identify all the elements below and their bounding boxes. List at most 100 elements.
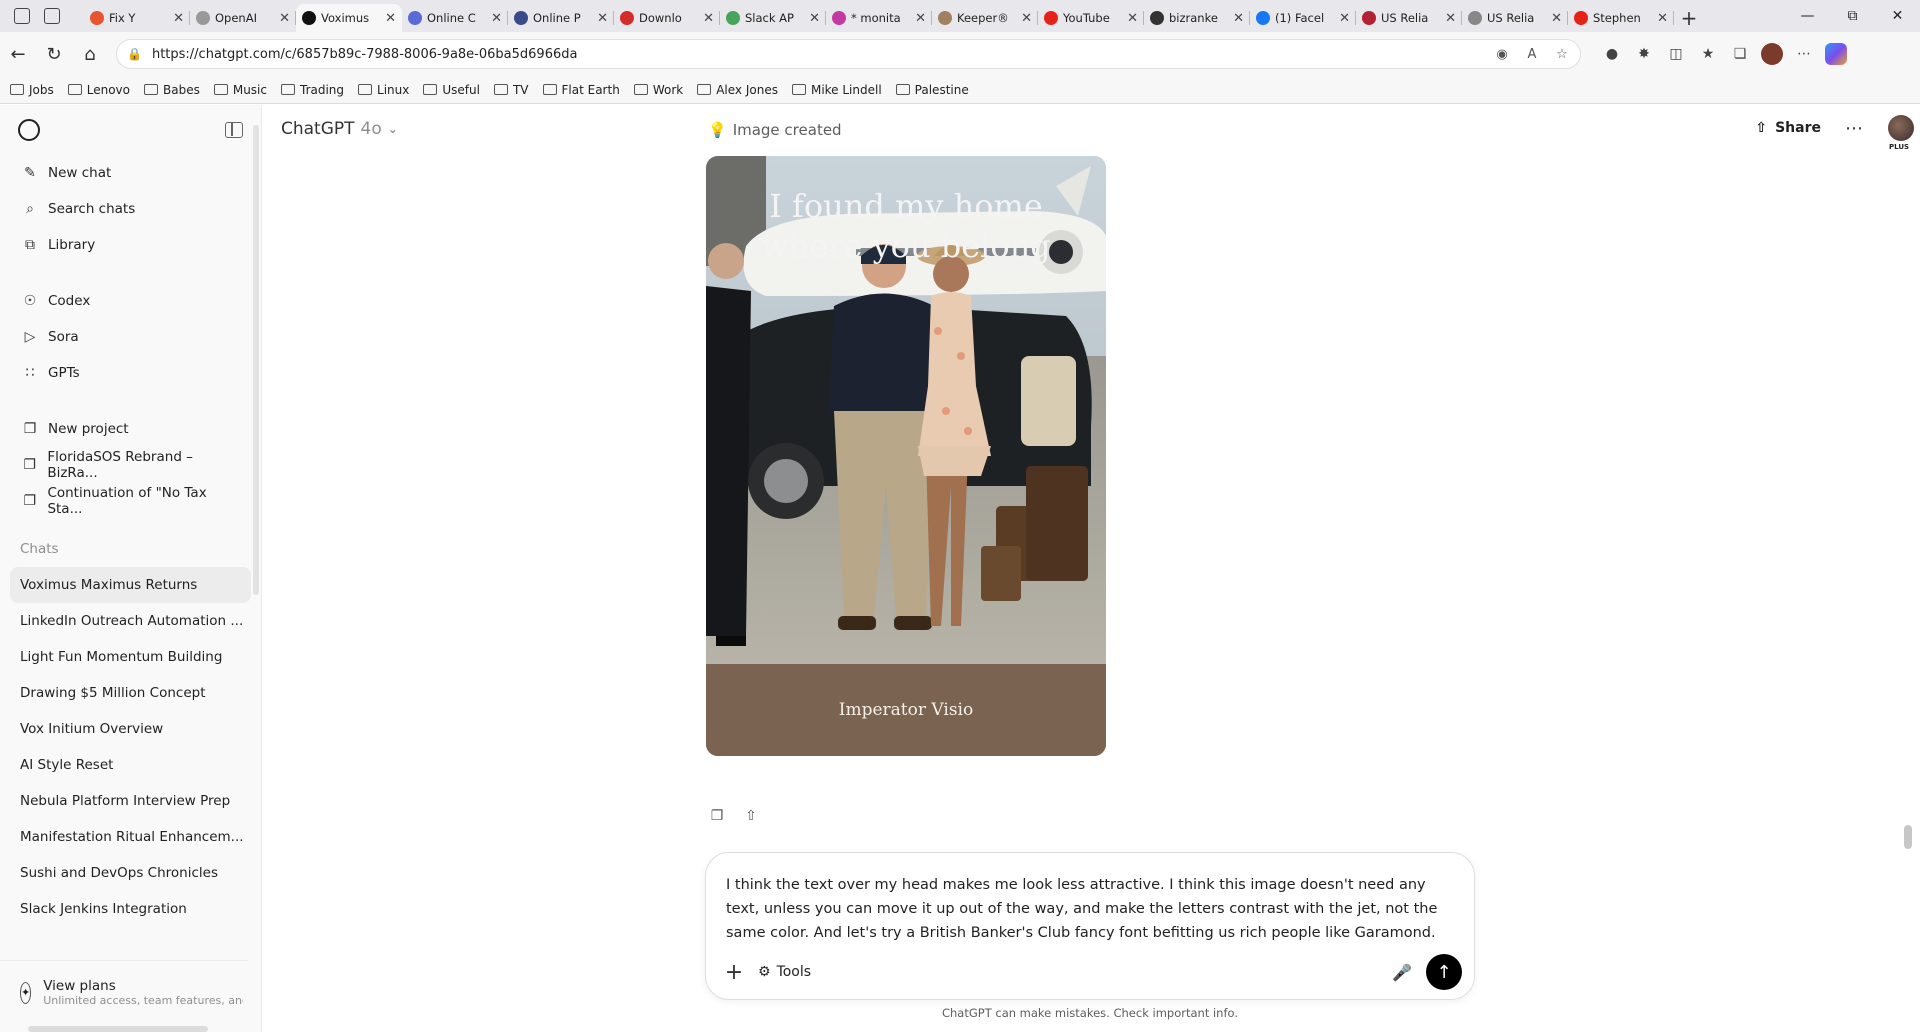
tools-button[interactable]: ⚙ Tools [758, 964, 811, 980]
tab-close-icon[interactable]: ✕ [703, 11, 714, 26]
browser-tab[interactable]: OpenAI ✕ [190, 4, 296, 32]
message-composer[interactable]: I think the text over my head makes me l… [705, 852, 1475, 1000]
chat-history-item[interactable]: Light Fun Momentum Building [10, 639, 251, 675]
sidebar-item-search-chats[interactable]: ⌕ Search chats [0, 191, 261, 227]
tab-close-icon[interactable]: ✕ [491, 11, 502, 26]
browser-tab[interactable]: Stephen ✕ [1568, 4, 1674, 32]
tab-close-icon[interactable]: ✕ [1445, 11, 1456, 26]
sidebar-scrollbar[interactable] [253, 125, 259, 595]
browser-tab[interactable]: * monita ✕ [826, 4, 932, 32]
project-item-new-project[interactable]: ❐ New project [0, 411, 261, 447]
browser-menu-icon[interactable]: ⋯ [1793, 43, 1815, 65]
sidebar-item-new-chat[interactable]: ✎ New chat [0, 155, 261, 191]
tab-close-icon[interactable]: ✕ [385, 11, 396, 26]
chat-history-item[interactable]: Slack Jenkins Integration [10, 891, 251, 927]
bookmark-folder[interactable]: Useful [423, 83, 480, 97]
project-item-floridasos-rebrand-bizra[interactable]: ❐ FloridaSOS Rebrand – BizRa... [0, 447, 261, 483]
refresh-icon[interactable]: ↻ [36, 36, 72, 72]
share-button[interactable]: ⇧ Share [1755, 120, 1821, 136]
extensions-puzzle-icon[interactable]: ✸ [1633, 43, 1655, 65]
new-tab-button[interactable]: + [1674, 4, 1704, 32]
tab-close-icon[interactable]: ✕ [1021, 11, 1032, 26]
browser-tab[interactable]: US Relia ✕ [1356, 4, 1462, 32]
workspaces-icon[interactable] [14, 8, 30, 24]
browser-tab[interactable]: (1) Facel ✕ [1250, 4, 1356, 32]
chat-history-item[interactable]: Drawing $5 Million Concept [10, 675, 251, 711]
bookmark-folder[interactable]: Work [633, 83, 683, 97]
read-aloud-icon[interactable]: A [1524, 46, 1540, 62]
send-button[interactable]: ↑ [1426, 954, 1462, 990]
browser-tab[interactable]: Online P ✕ [508, 4, 614, 32]
bookmark-folder[interactable]: Palestine [895, 83, 969, 97]
browser-tab[interactable]: YouTube ✕ [1038, 4, 1144, 32]
close-window-icon[interactable]: ✕ [1875, 0, 1920, 32]
browser-tab[interactable]: Keeper® ✕ [932, 4, 1038, 32]
openai-logo-icon[interactable] [18, 119, 40, 141]
chat-history-item[interactable]: Sushi and DevOps Chronicles [10, 855, 251, 891]
copy-icon[interactable]: ❐ [709, 808, 725, 824]
bookmark-folder[interactable]: Flat Earth [542, 83, 620, 97]
tab-close-icon[interactable]: ✕ [597, 11, 608, 26]
browser-tab[interactable]: Online C ✕ [402, 4, 508, 32]
favorite-star-icon[interactable]: ☆ [1554, 46, 1570, 62]
browser-tab[interactable]: Voximus ✕ [296, 4, 402, 32]
sidebar-item-gpts[interactable]: ∷ GPTs [0, 355, 261, 391]
generated-image[interactable]: I found my home where you belong Imperat… [706, 156, 1106, 756]
url-text[interactable]: https://chatgpt.com/c/6857b89c-7988-8006… [152, 47, 1480, 62]
sidebar-toggle-icon[interactable] [225, 122, 243, 138]
microphone-icon[interactable]: 🎤 [1388, 958, 1416, 986]
bookmark-folder[interactable]: Babes [144, 83, 200, 97]
bookmark-folder[interactable]: Linux [358, 83, 409, 97]
bookmark-folder[interactable]: Music [213, 83, 267, 97]
bookmark-folder[interactable]: Alex Jones [697, 83, 778, 97]
tab-close-icon[interactable]: ✕ [809, 11, 820, 26]
chat-history-item[interactable]: Voximus Maximus Returns [10, 567, 251, 603]
view-plans-button[interactable]: ✦ View plans Unlimited access, team feat… [0, 960, 248, 1024]
main-scrollbar[interactable] [1904, 825, 1912, 849]
browser-tab[interactable]: Downlo ✕ [614, 4, 720, 32]
back-icon[interactable]: ← [0, 36, 36, 72]
sidebar-item-library[interactable]: ⧉ Library [0, 227, 261, 263]
more-options-icon[interactable]: ⋯ [1845, 118, 1864, 139]
bookmark-folder[interactable]: Trading [281, 83, 344, 97]
collections-icon[interactable]: ❏ [1729, 43, 1751, 65]
address-bar[interactable]: 🔒 https://chatgpt.com/c/6857b89c-7988-80… [116, 39, 1581, 69]
restore-icon[interactable]: ⧉ [1830, 0, 1875, 32]
profile-avatar-icon[interactable] [1761, 43, 1783, 65]
browser-tab[interactable]: US Relia ✕ [1462, 4, 1568, 32]
vertical-tabs-icon[interactable] [44, 8, 60, 24]
browser-tab[interactable]: Slack AP ✕ [720, 4, 826, 32]
model-selector[interactable]: ChatGPT 4o ⌄ [281, 119, 398, 139]
tab-close-icon[interactable]: ✕ [915, 11, 926, 26]
chat-history-item[interactable]: LinkedIn Outreach Automation ... [10, 603, 251, 639]
bookmark-folder[interactable]: Lenovo [67, 83, 130, 97]
split-screen-icon[interactable]: ◫ [1665, 43, 1687, 65]
bookmark-folder[interactable]: Mike Lindell [791, 83, 882, 97]
bookmark-folder[interactable]: TV [493, 83, 529, 97]
chat-history-item[interactable]: AI Style Reset [10, 747, 251, 783]
browser-tab[interactable]: Fix Y ✕ [84, 4, 190, 32]
tab-close-icon[interactable]: ✕ [1657, 11, 1668, 26]
sidebar-item-codex[interactable]: ☉ Codex [0, 283, 261, 319]
minimize-icon[interactable]: — [1785, 0, 1830, 32]
tracking-prevention-icon[interactable]: ◉ [1494, 46, 1510, 62]
sidebar-horizontal-scrollbar[interactable] [28, 1026, 208, 1032]
browser-tab[interactable]: bizranke ✕ [1144, 4, 1250, 32]
copilot-icon[interactable] [1825, 43, 1847, 65]
user-avatar[interactable]: PLUS [1888, 115, 1914, 151]
tab-close-icon[interactable]: ✕ [1551, 11, 1562, 26]
extension-icon[interactable]: ● [1601, 43, 1623, 65]
tab-close-icon[interactable]: ✕ [1127, 11, 1138, 26]
composer-input[interactable]: I think the text over my head makes me l… [726, 873, 1456, 945]
lock-icon[interactable]: 🔒 [127, 47, 142, 61]
bookmark-folder[interactable]: Jobs [10, 83, 54, 97]
chat-history-item[interactable]: Manifestation Ritual Enhancem... [10, 819, 251, 855]
add-attachment-icon[interactable]: + [720, 958, 748, 986]
tab-close-icon[interactable]: ✕ [1233, 11, 1244, 26]
tab-close-icon[interactable]: ✕ [173, 11, 184, 26]
project-item-continuation-of-no-tax-sta[interactable]: ❐ Continuation of "No Tax Sta... [0, 483, 261, 519]
home-icon[interactable]: ⌂ [72, 36, 108, 72]
sidebar-item-sora[interactable]: ▷ Sora [0, 319, 261, 355]
chat-history-item[interactable]: Nebula Platform Interview Prep [10, 783, 251, 819]
share-image-icon[interactable]: ⇧ [743, 808, 759, 824]
